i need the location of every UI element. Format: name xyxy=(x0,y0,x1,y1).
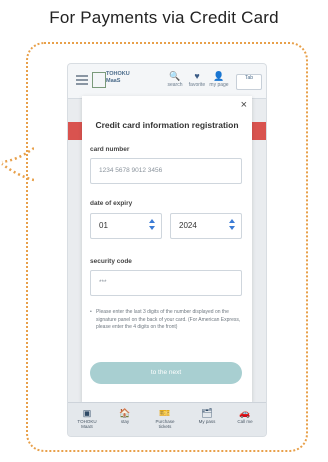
header-mypage-label: my page xyxy=(209,82,229,88)
next-button[interactable]: to the next xyxy=(90,362,242,384)
security-code-label: security code xyxy=(90,258,132,265)
mypage-icon: 👤 xyxy=(213,71,225,81)
nav-stay-label: stay xyxy=(120,419,130,424)
red-banner-left xyxy=(68,122,82,140)
menu-icon[interactable] xyxy=(76,75,88,85)
expiry-month-select[interactable]: 01 xyxy=(90,213,162,239)
close-icon[interactable]: × xyxy=(241,99,247,111)
logo-text: TOHOKU MaaS xyxy=(106,71,130,85)
logo-line2: MaaS xyxy=(106,78,121,84)
nav-mypass[interactable]: 🗂 My pass xyxy=(192,407,222,424)
nav-home[interactable]: ▣ TOHOKU MaaS xyxy=(72,407,102,429)
security-code-note: Please enter the last 3 digits of the nu… xyxy=(96,309,241,330)
header-favorite-label: favorite xyxy=(188,82,206,88)
header-favorite[interactable]: ♥ favorite xyxy=(186,71,208,88)
logo-icon xyxy=(92,72,106,88)
nav-callme-label: Call me xyxy=(237,419,253,424)
header-button[interactable]: Tab xyxy=(236,74,262,90)
expiry-month-value: 01 xyxy=(99,221,108,230)
header-search-label: search xyxy=(167,82,183,88)
ticket-icon: 🎫 xyxy=(159,408,171,418)
nav-mypass-label: My pass xyxy=(198,419,216,424)
favorite-icon: ♥ xyxy=(194,71,200,81)
nav-stay[interactable]: 🏠 stay xyxy=(110,407,140,424)
phone-screen: TOHOKU MaaS 🔍 search ♥ favorite 👤 my pag… xyxy=(68,64,266,436)
app-header: TOHOKU MaaS 🔍 search ♥ favorite 👤 my pag… xyxy=(68,64,266,99)
expiry-label: date of expiry xyxy=(90,200,133,207)
security-code-input[interactable]: *** xyxy=(90,270,242,296)
nav-home-label: TOHOKU MaaS xyxy=(77,419,97,429)
page-caption: For Payments via Credit Card xyxy=(49,8,279,27)
stepper-icon xyxy=(149,219,155,233)
credit-card-modal: × Credit card information registration c… xyxy=(82,96,252,402)
nav-callme[interactable]: 🚗 Call me xyxy=(230,407,260,424)
logo-line1: TOHOKU xyxy=(106,71,130,77)
nav-purchase-label: Purchase tickets xyxy=(155,419,175,429)
header-search[interactable]: 🔍 search xyxy=(164,71,186,88)
nav-purchase[interactable]: 🎫 Purchase tickets xyxy=(150,407,180,429)
modal-title: Credit card information registration xyxy=(95,120,239,130)
card-number-input[interactable]: 1234 5678 9012 3456 xyxy=(90,158,242,184)
red-banner-right xyxy=(252,122,266,140)
stepper-icon xyxy=(229,219,235,233)
bottom-nav: ▣ TOHOKU MaaS 🏠 stay 🎫 Purchase tickets … xyxy=(68,402,266,436)
stay-icon: 🏠 xyxy=(119,408,131,418)
expiry-year-value: 2024 xyxy=(179,221,197,230)
note-bullet: • xyxy=(90,309,92,315)
car-icon: 🚗 xyxy=(239,408,251,418)
home-icon: ▣ xyxy=(82,408,92,418)
pass-icon: 🗂 xyxy=(201,408,213,418)
card-number-label: card number xyxy=(90,146,130,153)
header-mypage[interactable]: 👤 my page xyxy=(208,71,230,88)
search-icon: 🔍 xyxy=(169,71,181,81)
expiry-year-select[interactable]: 2024 xyxy=(170,213,242,239)
